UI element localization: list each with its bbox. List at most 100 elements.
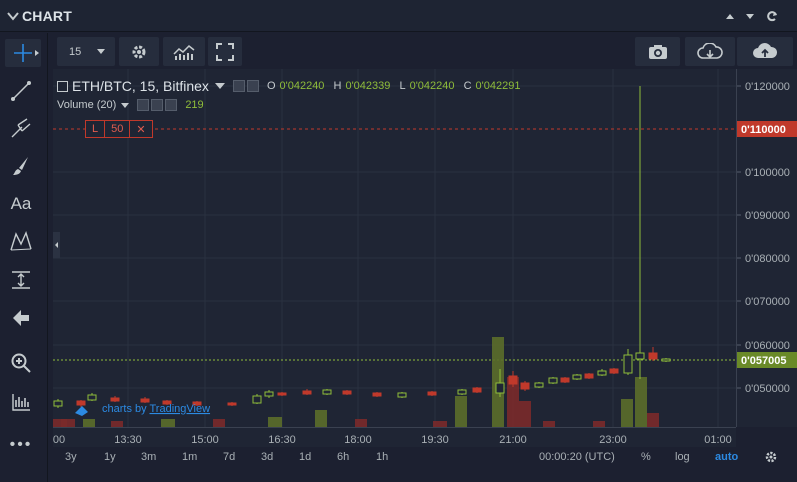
candle-body xyxy=(342,390,352,395)
volume-bar xyxy=(61,419,75,427)
range-1m[interactable]: 1m xyxy=(182,451,197,463)
chevron-down-icon[interactable] xyxy=(214,83,225,89)
candle-body xyxy=(372,392,382,397)
auto-toggle[interactable]: auto xyxy=(715,451,738,463)
pitchfork-tool[interactable] xyxy=(6,114,36,142)
volume-label[interactable]: Volume (20) xyxy=(57,99,116,111)
interval-value: 15 xyxy=(69,45,82,58)
zoom-in-icon xyxy=(11,353,31,373)
candle-body xyxy=(76,400,86,406)
candle-body xyxy=(397,392,407,398)
order-line-label[interactable]: L 50 ✕ xyxy=(85,120,153,138)
crosshair-tool[interactable] xyxy=(5,39,41,67)
chevron-down-icon[interactable] xyxy=(121,102,130,108)
snapshot-button[interactable] xyxy=(635,37,680,66)
volume-bar xyxy=(519,401,531,427)
price-axis[interactable]: 0'120000 0'100000 0'090000 0'080000 0'070000… xyxy=(736,69,797,427)
drawing-toolbar: Aa ••• xyxy=(0,33,48,482)
eye-icon[interactable] xyxy=(232,80,245,92)
gear-icon[interactable] xyxy=(246,80,259,92)
range-3m[interactable]: 3m xyxy=(141,451,156,463)
crosshair-icon xyxy=(14,44,32,62)
bar-pattern-icon xyxy=(12,394,30,411)
volume-bar xyxy=(355,419,367,427)
symbol-name[interactable]: ETH/BTC, 15, Bitfinex xyxy=(72,78,209,94)
zoom-tool[interactable] xyxy=(6,349,36,377)
save-chart-button[interactable] xyxy=(737,37,793,66)
last-price-label: 0'057005 xyxy=(741,355,786,367)
fullscreen-button[interactable] xyxy=(208,37,242,66)
time-axis[interactable]: 00 13:30 15:00 16:30 18:00 19:30 21:00 23:00 01:… xyxy=(53,427,736,447)
volume-bar xyxy=(635,377,647,427)
volume-bar xyxy=(83,419,95,427)
pattern-icon xyxy=(10,231,32,251)
collapse-legend-icon[interactable] xyxy=(57,80,68,92)
range-1d[interactable]: 1d xyxy=(299,451,311,463)
order-cancel-button[interactable]: ✕ xyxy=(130,121,151,137)
volume-bar xyxy=(315,410,327,427)
candle-body xyxy=(140,398,150,403)
collapse-sidebar-tab[interactable] xyxy=(53,232,60,258)
candle-body xyxy=(427,391,437,396)
candle-body xyxy=(609,368,619,374)
load-chart-button[interactable] xyxy=(685,37,735,66)
range-3y[interactable]: 3y xyxy=(65,451,77,463)
remove-drawings-tool[interactable] xyxy=(6,304,36,332)
panel-title: CHART xyxy=(22,7,72,24)
volume-bar xyxy=(647,413,659,427)
trend-line-icon xyxy=(11,81,31,101)
candle-body xyxy=(597,370,607,376)
low-label: L xyxy=(399,80,406,92)
time-tick-label: 16:30 xyxy=(268,434,296,446)
indicators-button[interactable] xyxy=(163,37,205,66)
candle-body xyxy=(584,373,594,379)
volume-bar xyxy=(213,419,225,427)
eye-icon[interactable] xyxy=(137,99,150,111)
brush-tool[interactable] xyxy=(6,152,36,180)
measure-tool[interactable] xyxy=(6,266,36,294)
text-tool[interactable]: Aa xyxy=(6,190,36,218)
volume-bar xyxy=(455,396,467,427)
bars-tool[interactable] xyxy=(6,388,36,416)
range-1y[interactable]: 1y xyxy=(104,451,116,463)
candle-body xyxy=(520,382,530,390)
price-tick-label: 0'090000 xyxy=(745,210,790,222)
range-3d[interactable]: 3d xyxy=(261,451,273,463)
range-7d[interactable]: 7d xyxy=(223,451,235,463)
chart-pane[interactable]: charts by TradingView xyxy=(53,69,736,427)
gear-icon[interactable] xyxy=(151,99,164,111)
range-6h[interactable]: 6h xyxy=(337,451,349,463)
triangle-up-icon[interactable] xyxy=(723,9,737,23)
triangle-down-icon[interactable] xyxy=(743,9,757,23)
interval-select[interactable]: 15 xyxy=(57,37,115,66)
log-toggle[interactable]: log xyxy=(675,451,690,463)
chevron-left-icon xyxy=(55,242,58,248)
candle-body xyxy=(635,352,645,360)
candle-body xyxy=(322,389,332,395)
time-tick-label: 21:00 xyxy=(499,434,527,446)
settings-button[interactable] xyxy=(119,37,159,66)
chevron-down-icon[interactable] xyxy=(6,9,20,23)
utc-clock[interactable]: 00:00:20 (UTC) xyxy=(539,451,615,463)
text-icon: Aa xyxy=(10,194,32,213)
volume-legend: Volume (20) 219 xyxy=(57,99,204,111)
range-1h[interactable]: 1h xyxy=(376,451,388,463)
candle-body xyxy=(572,374,582,380)
price-axis-canvas: 0'120000 0'100000 0'090000 0'080000 0'070000… xyxy=(737,81,797,395)
high-value: 0'042339 xyxy=(345,80,391,92)
close-icon[interactable] xyxy=(165,99,178,111)
bottom-bar: 3y 1y 3m 1m 7d 3d 1d 6h 1h 00:00:20 (UTC… xyxy=(53,447,797,469)
close-label: C xyxy=(463,80,472,92)
percent-toggle[interactable]: % xyxy=(641,451,651,463)
chevron-right-icon[interactable] xyxy=(35,50,39,56)
refresh-icon[interactable] xyxy=(765,9,779,23)
more-tools-button[interactable]: ••• xyxy=(6,431,36,459)
candle-body xyxy=(457,389,467,395)
candle-body xyxy=(53,400,63,407)
trend-line-tool[interactable] xyxy=(6,77,36,105)
pattern-tool[interactable] xyxy=(6,227,36,255)
gear-icon[interactable] xyxy=(764,450,778,464)
low-value: 0'042240 xyxy=(409,80,455,92)
candle-body xyxy=(623,354,633,374)
volume-bar xyxy=(492,337,504,427)
